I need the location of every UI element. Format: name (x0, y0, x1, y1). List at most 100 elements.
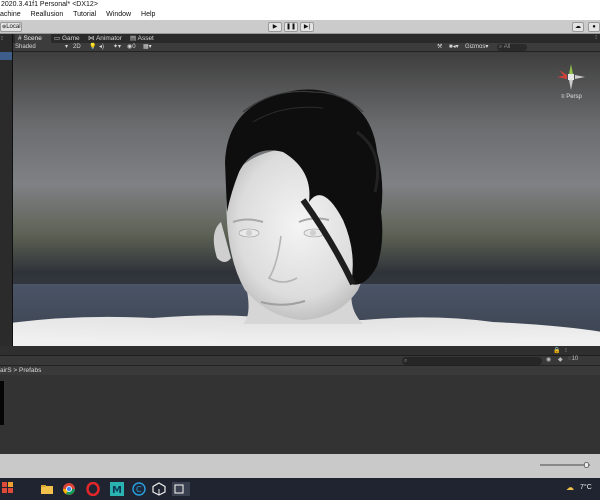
thumbnail-size-slider[interactable] (540, 462, 590, 468)
eye-icon: ◉0 (127, 44, 136, 50)
hidden-objects-toggle[interactable]: ◉0 (127, 43, 136, 52)
cloud-icon: ☁ (575, 24, 581, 30)
camera-dropdown[interactable]: ■◂▾ (449, 43, 459, 52)
svg-text:M: M (112, 485, 122, 496)
slider-handle[interactable] (584, 462, 589, 468)
weather-icon[interactable]: ☁ (566, 483, 574, 492)
app-c-icon[interactable]: C (132, 482, 146, 496)
gizmos-label: Gizmos (465, 44, 486, 50)
tab-scene-label: Scene (23, 35, 42, 42)
scene-viewport[interactable]: ≡ Persp (13, 52, 600, 346)
status-bar (0, 454, 600, 478)
search-placeholder: All (503, 44, 511, 50)
search-icon: ⌕ (404, 358, 408, 364)
project-panel: 🔒 ⁝ ⌕ ◉ ◆ ◌10 airS > Prefabs (0, 346, 600, 454)
breadcrumb-item-prefabs[interactable]: Prefabs (19, 367, 41, 374)
window-title: 2020.3.41f1 Personal* <DX12> (1, 1, 98, 8)
cloud-services-button[interactable]: ☁ (572, 22, 584, 32)
effects-dropdown[interactable]: ✦▾ (113, 43, 121, 52)
window-title-bar: 2020.3.41f1 Personal* <DX12> (0, 0, 600, 10)
account-button[interactable]: ● (588, 22, 600, 32)
visible-count: 10 (571, 356, 579, 362)
filter-by-label-icon[interactable]: ◆ (558, 356, 563, 363)
svg-text:C: C (136, 485, 142, 494)
chevron-down-icon: ▾ (65, 44, 69, 50)
panel-menu-icon[interactable]: ⁝ (1, 35, 3, 42)
wrench-icon: ⚒ (437, 44, 443, 50)
pivot-space-toggle[interactable]: ⊕Local (0, 22, 22, 32)
tab-asset-store[interactable]: ▤ Asset Store (127, 34, 173, 51)
tools-toggle[interactable]: ⚒ (437, 43, 442, 52)
step-icon: ▶| (303, 24, 311, 30)
play-icon: ▶ (272, 24, 278, 30)
app-m-icon[interactable]: M (110, 482, 124, 496)
persp-label: Persp (566, 94, 582, 100)
effects-icon: ✦▾ (113, 44, 122, 50)
orientation-gizmo[interactable] (553, 62, 589, 92)
scene-tab-bar: # Scene ▭ Game ⋈ Animator ▤ Asset Store … (13, 34, 600, 51)
unity-hub-icon[interactable] (172, 482, 190, 496)
breadcrumb-item-airs[interactable]: airS (0, 367, 12, 374)
gamepad-icon: ▭ (54, 35, 61, 42)
tab-animator-label: Animator (95, 35, 122, 42)
lock-icon[interactable]: 🔒 (553, 347, 560, 354)
filter-by-type-icon[interactable]: ◉ (546, 356, 551, 363)
axis-gizmo-icon (557, 64, 585, 90)
camera-icon: ■◂▾ (449, 44, 459, 50)
lighting-toggle[interactable]: 💡 (89, 43, 96, 52)
audio-icon: ◂) (99, 44, 105, 50)
store-icon: ▤ (130, 35, 137, 42)
local-label: Local (6, 24, 21, 30)
search-icon: ⌕ (499, 44, 503, 50)
tab-animator[interactable]: ⋈ Animator (85, 34, 127, 43)
light-bulb-icon: 💡 (89, 44, 97, 50)
menu-item-help[interactable]: Help (141, 11, 155, 18)
2d-toggle[interactable]: 2D (73, 43, 81, 52)
project-search-input[interactable]: ⌕ (402, 357, 542, 365)
assets-grid[interactable] (0, 375, 600, 454)
hierarchy-panel-edge[interactable]: ⁝ (0, 34, 13, 346)
panel-options-icon[interactable]: ⁝ (565, 347, 567, 354)
step-button[interactable]: ▶| (300, 22, 314, 32)
grid-toggle-icon: ▦▾ (143, 44, 152, 50)
pause-icon: ❚❚ (285, 24, 297, 30)
shading-mode-label: Shaded (15, 44, 36, 50)
shading-mode-dropdown[interactable]: Shaded ▾ (15, 43, 71, 52)
grid-icon: # (18, 35, 22, 42)
breadcrumb: airS > Prefabs (0, 366, 600, 375)
tab-game-label: Game (61, 35, 80, 42)
project-search-row: ⌕ ◉ ◆ ◌10 (0, 356, 600, 366)
weather-temperature[interactable]: 7°C (580, 484, 592, 491)
start-icon[interactable] (2, 482, 16, 496)
menu-item-reallusion[interactable]: Reallusion (31, 11, 64, 18)
scene-search-input[interactable]: ⌕ All (497, 44, 527, 51)
unity-icon[interactable] (152, 482, 166, 496)
grid-dropdown[interactable]: ▦▾ (143, 43, 152, 52)
tab-game[interactable]: ▭ Game (51, 34, 85, 43)
menu-item-window[interactable]: Window (106, 11, 131, 18)
menu-item-tutorial[interactable]: Tutorial (73, 11, 96, 18)
opera-icon[interactable] (86, 481, 100, 497)
character-model (13, 89, 600, 346)
chevron-down-icon: ▾ (485, 44, 489, 50)
animator-icon: ⋈ (88, 35, 95, 42)
file-explorer-icon[interactable] (40, 482, 54, 496)
gizmos-dropdown[interactable]: Gizmos▾ (465, 43, 488, 52)
tab-scene[interactable]: # Scene (15, 34, 51, 43)
breadcrumb-separator: > (13, 367, 18, 374)
chrome-icon[interactable] (62, 482, 76, 496)
main-toolbar: ⊕Local ▶ ❚❚ ▶| ☁ ● (0, 20, 600, 34)
scene-view-toolbar: Shaded ▾ 2D 💡 ◂) ✦▾ ◉0 ▦▾ ⚒ ■◂▾ Gizmos▾ … (13, 43, 600, 52)
taskbar: M C ☁ 7°C (0, 478, 600, 500)
window-options-icon[interactable]: ⁝ (595, 34, 597, 43)
hidden-packages-icon[interactable]: ◌10 (568, 356, 578, 362)
projection-toggle[interactable]: ≡ Persp (561, 94, 582, 100)
play-button[interactable]: ▶ (268, 22, 282, 32)
hierarchy-selection[interactable] (0, 52, 12, 60)
audio-toggle[interactable]: ◂) (99, 43, 104, 52)
menu-item-machine[interactable]: achine (0, 11, 21, 18)
perspective-icon: ≡ (561, 94, 565, 100)
pause-button[interactable]: ❚❚ (284, 22, 298, 32)
asset-thumbnail[interactable] (0, 381, 4, 425)
scene-window: # Scene ▭ Game ⋈ Animator ▤ Asset Store … (13, 34, 600, 346)
